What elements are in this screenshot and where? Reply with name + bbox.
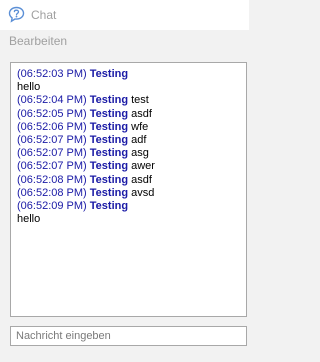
chat-sender-name: Testing [89, 107, 129, 120]
chat-message-text: hello [17, 81, 41, 94]
chat-sender-name: Testing [89, 173, 129, 186]
chat-message-text: asg [131, 147, 149, 160]
chat-message-line: (06:52:05 PM) Testing asdf [17, 108, 244, 121]
chat-message-text: avsd [131, 186, 155, 199]
chat-message-text: asdf [131, 173, 152, 186]
chat-timestamp: (06:52:06 PM) [17, 120, 87, 133]
chat-message-line: (06:52:07 PM) Testing adf [17, 134, 244, 147]
chat-message-line: (06:52:06 PM) Testing wfe [17, 121, 244, 134]
chat-timestamp: (06:52:08 PM) [17, 173, 87, 186]
chat-sender-name: Testing [89, 68, 129, 80]
chat-message-text: hello [17, 213, 41, 226]
chat-timestamp: (06:52:03 PM) [17, 68, 87, 80]
chat-message-text: awer [131, 160, 155, 173]
menu-bar: Bearbeiten [0, 30, 249, 52]
chat-sender-name: Testing [89, 133, 129, 146]
chat-message-line: (06:52:09 PM) Testing [17, 200, 244, 213]
chat-message-line: (06:52:08 PM) Testing asdf [17, 174, 244, 187]
chat-timestamp: (06:52:07 PM) [17, 160, 87, 173]
chat-timestamp: (06:52:07 PM) [17, 147, 87, 160]
chat-history-pane[interactable]: (06:52:03 PM) Testing hello (06:52:04 PM) … [10, 62, 247, 317]
chat-message-line: hello [17, 213, 244, 226]
chat-message-line: (06:52:07 PM) Testing awer [17, 160, 244, 173]
chat-message-text: wfe [131, 120, 149, 133]
chat-log: (06:52:03 PM) Testing hello (06:52:04 PM) … [17, 68, 244, 226]
chat-sender-name: Testing [89, 160, 129, 173]
chat-timestamp: (06:52:05 PM) [17, 107, 87, 120]
chat-message-text: asdf [131, 107, 152, 120]
chat-sender-name: Testing [89, 186, 129, 199]
chat-sender-name: Testing [89, 199, 129, 212]
chat-message-line: (06:52:07 PM) Testing asg [17, 147, 244, 160]
chat-sender-name: Testing [89, 94, 129, 107]
message-input[interactable] [10, 326, 247, 346]
chat-timestamp: (06:52:09 PM) [17, 199, 87, 212]
title-bar: Chat [0, 0, 249, 30]
chat-message-text: adf [131, 133, 147, 146]
chat-message-line: (06:52:04 PM) Testing test [17, 94, 244, 107]
chat-message-line: (06:52:08 PM) Testing avsd [17, 187, 244, 200]
menu-item-edit[interactable]: Bearbeiten [9, 34, 67, 48]
chat-message-line: (06:52:03 PM) Testing [17, 68, 244, 81]
chat-sender-name: Testing [89, 120, 129, 133]
chat-message-line: hello [17, 81, 244, 94]
chat-timestamp: (06:52:04 PM) [17, 94, 87, 107]
window-title: Chat [31, 8, 57, 22]
chat-timestamp: (06:52:07 PM) [17, 133, 87, 146]
chat-timestamp: (06:52:08 PM) [17, 186, 87, 199]
chat-message-text: test [131, 94, 149, 107]
chat-sender-name: Testing [89, 147, 129, 160]
chat-bubble-icon [8, 6, 25, 23]
